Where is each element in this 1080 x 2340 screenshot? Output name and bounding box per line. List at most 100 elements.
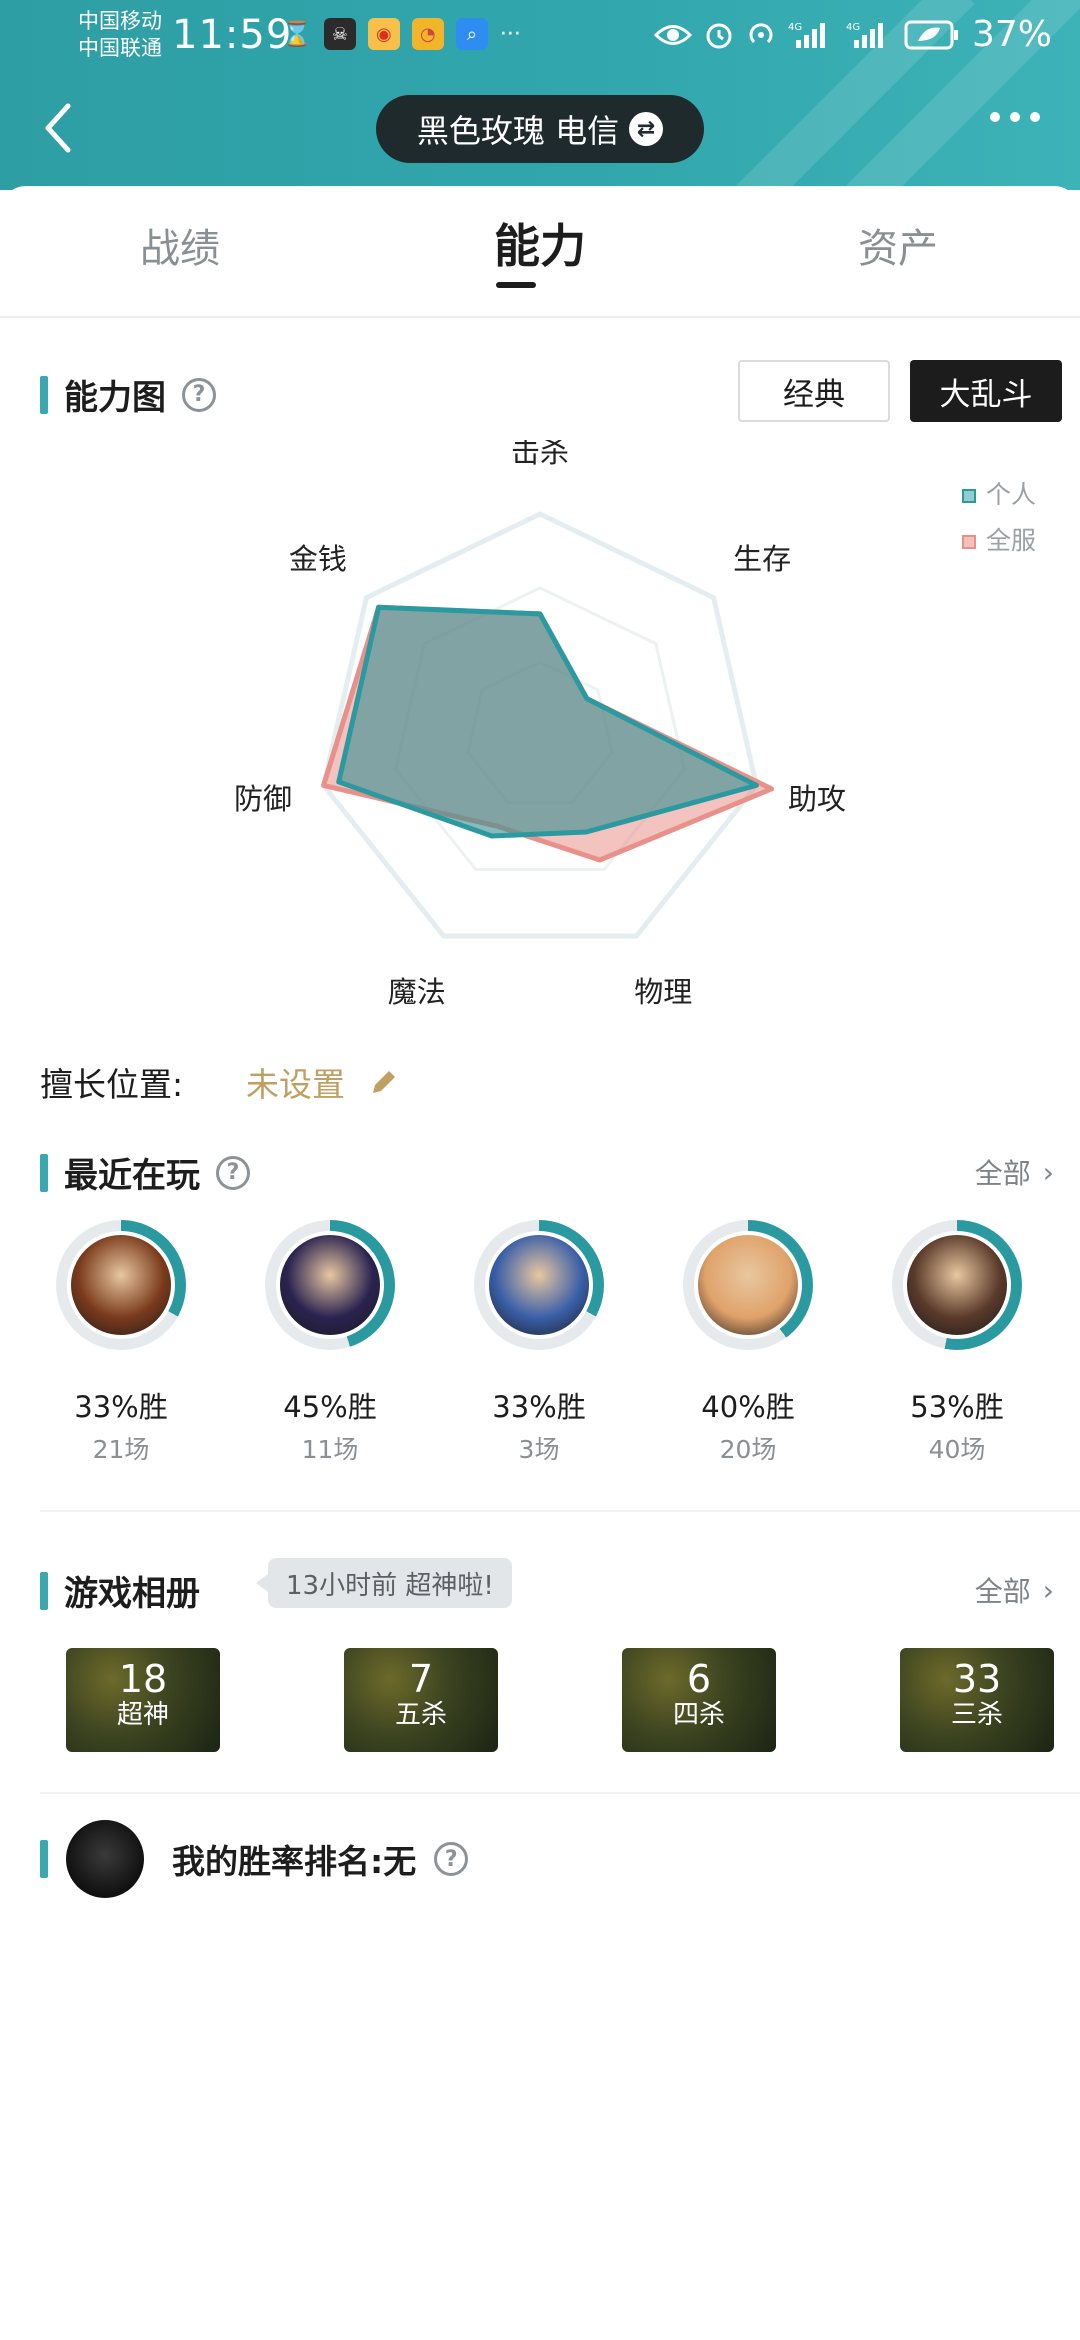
tab-bar: 战绩 能力 资产 — [0, 186, 1080, 318]
status-bar: 中国移动 中国联通 11:59 ⌛ ☠ ◉ ◔ ⌕ ··· 4G 4G 37% — [0, 0, 1080, 72]
win-rate-ring — [683, 1220, 813, 1350]
hero-portrait — [276, 1231, 384, 1339]
album-item[interactable]: 18 超神 — [66, 1648, 220, 1752]
hero-games: 3场 — [518, 1435, 560, 1464]
more-dots-icon[interactable] — [990, 112, 1040, 122]
mode-brawl-button[interactable]: 大乱斗 — [910, 360, 1062, 422]
svg-text:4G: 4G — [846, 22, 860, 33]
chevron-left-icon[interactable] — [38, 98, 78, 158]
hero-portrait — [694, 1231, 802, 1339]
status-time: 11:59 — [172, 12, 293, 58]
album-section-header: 游戏相册 — [40, 1566, 200, 1615]
notification-icons: ⌛ ☠ ◉ ◔ ⌕ ··· — [282, 18, 521, 50]
section-accent-bar — [40, 1153, 48, 1192]
hero-games: 21场 — [92, 1435, 150, 1464]
hero-win-rate: 53%胜 — [910, 1390, 1004, 1424]
hero-games: 20场 — [719, 1435, 777, 1464]
system-icons: 4G 4G 37% — [653, 14, 1052, 55]
win-rate-ring — [56, 1220, 186, 1350]
radar-axis-label: 物理 — [634, 975, 692, 1009]
chevron-right-icon: › — [1042, 1155, 1054, 1189]
radar-series-personal — [336, 604, 759, 839]
svg-text:4G: 4G — [788, 22, 802, 33]
hero-portrait — [903, 1231, 1011, 1339]
ranking-row: 我的胜率排名:无 ? — [40, 1820, 469, 1898]
carrier-1: 中国移动 — [78, 9, 162, 33]
ranking-text: 我的胜率排名:无 — [172, 1842, 417, 1881]
section-accent-bar — [40, 1571, 48, 1610]
album-all-link[interactable]: 全部 › — [975, 1570, 1054, 1610]
eye-icon — [653, 24, 692, 45]
app-icon: ☠ — [323, 18, 356, 50]
radar-axis-label: 生存 — [733, 542, 791, 576]
hotspot-icon — [749, 22, 773, 43]
win-rate-ring — [892, 1220, 1022, 1350]
chevron-right-icon: › — [1042, 1573, 1054, 1607]
album-item[interactable]: 33 三杀 — [900, 1648, 1054, 1752]
more-icon: ··· — [499, 21, 521, 47]
avatar[interactable] — [66, 1820, 144, 1898]
account-switcher[interactable]: 黑色玫瑰 电信 ⇄ — [376, 95, 704, 163]
carrier-2: 中国联通 — [78, 36, 162, 60]
account-name: 黑色玫瑰 电信 — [416, 112, 620, 150]
hero-win-rate: 40%胜 — [701, 1390, 795, 1424]
recent-hero[interactable]: 40%胜 20场 — [673, 1220, 823, 1466]
album-item[interactable]: 7 五杀 — [344, 1648, 498, 1752]
recent-hero[interactable]: 53%胜 40场 — [882, 1220, 1032, 1466]
search-app-icon: ⌕ — [455, 18, 488, 50]
album-item[interactable]: 6 四杀 — [622, 1648, 776, 1752]
hero-games: 40场 — [928, 1435, 986, 1464]
active-tab-indicator — [496, 282, 536, 288]
recent-all-link[interactable]: 全部 › — [975, 1152, 1054, 1192]
tab-assets[interactable]: 资产 — [858, 216, 938, 274]
app-icon: ◔ — [411, 18, 444, 50]
tab-ability[interactable]: 能力 — [494, 210, 586, 276]
radar-axis-label: 助攻 — [788, 782, 846, 816]
position-value[interactable]: 未设置 — [246, 1058, 345, 1106]
divider — [40, 1792, 1080, 1794]
hero-games: 11场 — [301, 1435, 359, 1464]
section-accent-bar — [40, 1840, 48, 1878]
hero-win-rate: 33%胜 — [492, 1390, 586, 1424]
app-header: 中国移动 中国联通 11:59 ⌛ ☠ ◉ ◔ ⌕ ··· 4G 4G 37% … — [0, 0, 1080, 190]
hero-win-rate: 33%胜 — [74, 1390, 168, 1424]
hero-win-rate: 45%胜 — [283, 1390, 377, 1424]
album-title: 游戏相册 — [64, 1574, 200, 1614]
section-accent-bar — [40, 375, 48, 414]
ability-title: 能力图 — [64, 378, 166, 418]
recent-hero[interactable]: 33%胜 21场 — [46, 1220, 196, 1466]
hourglass-icon: ⌛ — [282, 20, 312, 48]
recent-hero[interactable]: 45%胜 11场 — [255, 1220, 405, 1466]
recent-hero[interactable]: 33%胜 3场 — [464, 1220, 614, 1466]
win-rate-ring — [265, 1220, 395, 1350]
question-icon[interactable]: ? — [182, 377, 216, 412]
ability-radar-chart: 击杀生存助攻物理 魔法 防御 金钱 — [234, 440, 846, 1009]
question-icon[interactable]: ? — [216, 1155, 250, 1190]
hero-portrait — [485, 1231, 593, 1339]
divider — [40, 1510, 1080, 1512]
album-bubble: 13小时前 超神啦! — [256, 1558, 512, 1608]
weibo-icon: ◉ — [367, 18, 400, 50]
alarm-icon — [706, 23, 732, 48]
win-rate-ring — [474, 1220, 604, 1350]
radar-axis-label: 击杀 — [511, 440, 569, 469]
question-icon[interactable]: ? — [434, 1842, 469, 1876]
battery-percent: 37% — [971, 14, 1052, 55]
position-label: 擅长位置: — [40, 1065, 184, 1104]
swap-icon: ⇄ — [629, 112, 664, 146]
tab-record[interactable]: 战绩 — [140, 216, 220, 274]
signal-icon: 4G — [788, 22, 825, 48]
radar-axis-label: 魔法 — [388, 975, 446, 1009]
signal-icon: 4G — [846, 22, 883, 48]
position-row: 擅长位置: 未设置 — [40, 1058, 401, 1106]
hero-portrait — [67, 1231, 175, 1339]
battery-icon — [904, 20, 958, 49]
mode-classic-button[interactable]: 经典 — [738, 360, 890, 422]
radar-axis-label: 金钱 — [289, 542, 347, 576]
pencil-icon[interactable] — [367, 1065, 401, 1099]
radar-axis-label: 防御 — [234, 782, 292, 816]
recent-title: 最近在玩 — [64, 1156, 200, 1196]
ability-section-header: 能力图 ? — [40, 370, 216, 419]
carrier-labels: 中国移动 中国联通 — [78, 8, 162, 62]
recent-section-header: 最近在玩 ? — [40, 1148, 250, 1197]
